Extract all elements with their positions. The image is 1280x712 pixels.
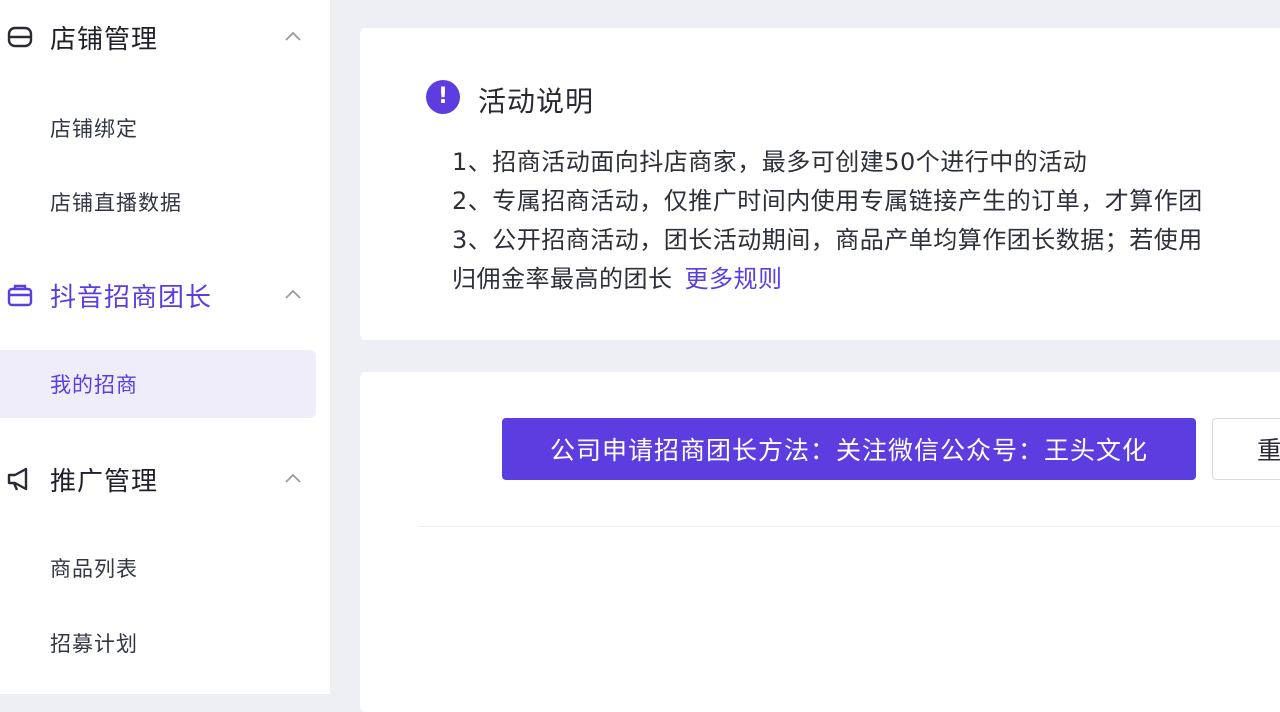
divider [418, 526, 1280, 527]
more-rules-link[interactable]: 更多规则 [685, 265, 783, 293]
sidebar-group-title: 抖音招商团长 [50, 282, 213, 313]
sidebar: 店铺管理 店铺绑定 店铺直播数据 抖音招商团长 我的招商 推广管理 商品列表 招… [0, 0, 330, 694]
apply-merchant-leader-button[interactable]: 公司申请招商团长方法：关注微信公众号：王头文化 [502, 418, 1196, 480]
sidebar-item-shop-live-data[interactable]: 店铺直播数据 [0, 168, 316, 236]
rule-line: 2、专属招商活动，仅推广时间内使用专属链接产生的订单，才算作团 [452, 187, 1203, 215]
exclamation-icon: ! [426, 80, 460, 114]
chevron-up-icon[interactable] [284, 472, 302, 484]
sidebar-item-product-list[interactable]: 商品列表 [0, 534, 316, 602]
chevron-up-icon[interactable] [284, 30, 302, 42]
sidebar-item-shop-binding[interactable]: 店铺绑定 [0, 94, 316, 162]
sidebar-group-title: 推广管理 [50, 466, 159, 497]
sidebar-item-label: 招募计划 [50, 632, 138, 656]
chevron-up-icon[interactable] [284, 288, 302, 300]
sidebar-item-label: 商品列表 [50, 557, 138, 581]
reset-button[interactable]: 重 [1212, 418, 1280, 480]
notice-title: 活动说明 [478, 85, 595, 118]
rule-line-text: 归佣金率最高的团长 [452, 265, 673, 293]
sidebar-group-shop-management[interactable]: 店铺管理 [0, 12, 330, 62]
sidebar-item-label: 我的招商 [50, 373, 138, 397]
megaphone-icon [7, 467, 28, 491]
sidebar-item-label: 店铺直播数据 [50, 191, 182, 215]
rule-line: 3、公开招商活动，团长活动期间，商品产单均算作团长数据；若使用 [452, 226, 1203, 254]
rule-line: 1、招商活动面向抖店商家，最多可创建50个进行中的活动 [452, 148, 1088, 176]
sidebar-group-promotion-management[interactable]: 推广管理 [0, 454, 330, 504]
sidebar-item-my-merchants[interactable]: 我的招商 [0, 350, 316, 418]
shop-icon [7, 26, 33, 48]
rule-line-last: 归佣金率最高的团长 更多规则 [452, 259, 783, 294]
sidebar-group-title: 店铺管理 [50, 24, 159, 55]
sidebar-item-recruitment-plan[interactable]: 招募计划 [0, 609, 316, 677]
sidebar-group-douyin-merchant-leader[interactable]: 抖音招商团长 [0, 270, 330, 320]
briefcase-icon [7, 284, 33, 307]
sidebar-item-label: 店铺绑定 [50, 117, 138, 141]
